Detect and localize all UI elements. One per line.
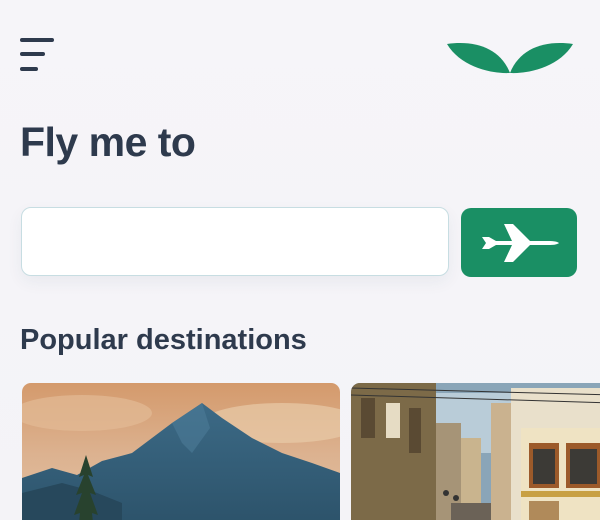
menu-line <box>20 67 38 71</box>
wing-logo-icon <box>447 43 573 74</box>
city-tram-photo <box>351 383 600 520</box>
popular-destinations-heading: Popular destinations <box>20 324 307 356</box>
airplane-icon <box>482 223 559 262</box>
search-flight-button[interactable] <box>461 208 577 277</box>
menu-line <box>20 38 54 42</box>
destination-card-city[interactable] <box>351 383 600 520</box>
menu-line <box>20 52 45 56</box>
destination-search-input[interactable] <box>21 207 449 276</box>
app-screen: Fly me to Popular destinations <box>0 0 600 520</box>
hamburger-menu-icon[interactable] <box>20 38 56 74</box>
page-title: Fly me to <box>20 119 196 165</box>
mountain-photo <box>22 383 340 520</box>
destination-card-mountain[interactable] <box>22 383 340 520</box>
